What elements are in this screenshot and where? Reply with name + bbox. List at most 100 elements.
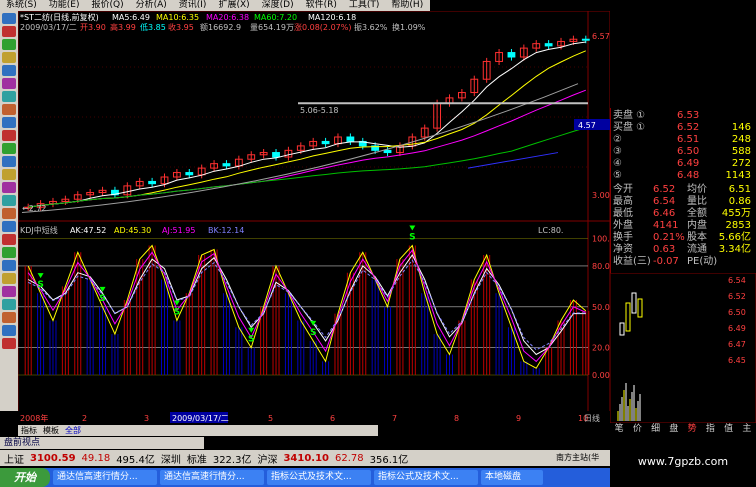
ma10-label: MA10:6.35 bbox=[156, 13, 199, 22]
toolbar-icon[interactable] bbox=[2, 104, 16, 115]
toolbar-icon[interactable] bbox=[2, 78, 16, 89]
signal-s: S bbox=[174, 307, 180, 317]
toolbar-icon[interactable] bbox=[2, 273, 16, 284]
quote-row: ③ 6.50 588 bbox=[611, 146, 756, 157]
quote-row: ② 6.51 248 bbox=[611, 134, 756, 145]
taskbar-item[interactable]: 通达信高速行情分... bbox=[53, 470, 157, 485]
hs-label: 沪深 bbox=[257, 454, 278, 466]
quote-price: 6.49 bbox=[677, 158, 700, 169]
toolbar-icon[interactable] bbox=[2, 91, 16, 102]
left-tab[interactable]: 指标 bbox=[18, 425, 40, 436]
toolbar-icon[interactable] bbox=[2, 286, 16, 297]
stat-row: 换手 0.21% 股本 5.66亿 bbox=[611, 232, 756, 243]
toolbar-icon[interactable] bbox=[2, 52, 16, 63]
toolbar-icon[interactable] bbox=[2, 130, 16, 141]
server-label: 南方主站(华 bbox=[556, 450, 610, 466]
price-tick: 3.00 bbox=[592, 191, 610, 200]
kdj-tick: 50.0 bbox=[592, 303, 610, 312]
menu-item[interactable]: 软件(R) bbox=[300, 0, 343, 11]
menu-item[interactable]: 资讯(I) bbox=[173, 0, 213, 11]
info-volume: 量654.19万 bbox=[250, 23, 294, 32]
start-button[interactable]: 开始 bbox=[0, 468, 50, 487]
chart-area[interactable]: S S S S S S *ST二纺(日线,前复权) MA5:6.49 MA10:6.35 MA20… bbox=[18, 11, 610, 425]
stat-label2: 股本 bbox=[687, 232, 707, 243]
left-tab[interactable]: 全部 bbox=[62, 425, 84, 436]
right-tab[interactable]: 细 bbox=[651, 423, 660, 436]
toolbar-icon[interactable] bbox=[2, 221, 16, 232]
stat-value: 6.54 bbox=[653, 196, 676, 207]
candle bbox=[544, 43, 553, 47]
toolbar-icon[interactable] bbox=[2, 117, 16, 128]
right-tab[interactable]: 盘 bbox=[669, 423, 678, 436]
right-tab[interactable]: 价 bbox=[633, 423, 642, 436]
toolbar-icon[interactable] bbox=[2, 312, 16, 323]
taskbar-item[interactable]: 指标公式及技术文... bbox=[267, 470, 371, 485]
toolbar-icon[interactable] bbox=[2, 13, 16, 24]
info-turn: 换1.09% bbox=[392, 22, 426, 32]
right-tab[interactable]: 值 bbox=[724, 423, 733, 436]
stat-label2: 全额 bbox=[687, 208, 707, 219]
date-tick: 2 bbox=[82, 414, 87, 423]
down-arrow-icon bbox=[310, 320, 317, 326]
toolbar-icon[interactable] bbox=[2, 299, 16, 310]
toolbar-icon[interactable] bbox=[2, 182, 16, 193]
menu-item[interactable]: 工具(T) bbox=[343, 0, 386, 11]
toolbar-icon[interactable] bbox=[2, 247, 16, 258]
menu-item[interactable]: 功能(E) bbox=[43, 0, 86, 11]
taskbar-item[interactable]: 本地磁盘 bbox=[481, 470, 543, 485]
stat-value2: 455万 bbox=[721, 208, 751, 219]
kdj-tick: 0.00 bbox=[592, 371, 610, 380]
right-tab[interactable]: 笔 bbox=[615, 423, 624, 436]
toolbar-icon[interactable] bbox=[2, 338, 16, 349]
current-price: 4.57 bbox=[578, 121, 596, 130]
right-tab[interactable]: 指 bbox=[706, 423, 715, 436]
menu-item[interactable]: 报价(Q) bbox=[85, 0, 129, 11]
toolbar-icon[interactable] bbox=[2, 169, 16, 180]
left-toolbar bbox=[0, 11, 18, 411]
candle bbox=[272, 152, 280, 158]
amount2: 322.3亿 bbox=[212, 454, 252, 466]
candle bbox=[346, 136, 355, 142]
toolbar-icon[interactable] bbox=[2, 39, 16, 50]
stat-value2: 2853 bbox=[725, 220, 751, 231]
toolbar-icon[interactable] bbox=[2, 208, 16, 219]
toolbar-icon[interactable] bbox=[2, 65, 16, 76]
mid-label[interactable]: 深圳 bbox=[161, 451, 181, 466]
toolbar-icon[interactable] bbox=[2, 143, 16, 154]
toolbar-icon[interactable] bbox=[2, 26, 16, 37]
date-end: 日线 bbox=[584, 413, 600, 423]
ma60-label: MA60:7.20 bbox=[254, 13, 297, 22]
menu-item[interactable]: 系统(S) bbox=[0, 0, 43, 11]
right-tab[interactable]: 势 bbox=[688, 423, 697, 436]
taskbar-item[interactable]: 通达信高速行情分... bbox=[160, 470, 264, 485]
sh-value: 3100.59 bbox=[30, 452, 76, 464]
toolbar-icon[interactable] bbox=[2, 234, 16, 245]
toolbar-icon[interactable] bbox=[2, 325, 16, 336]
info-high: 高3.99 bbox=[110, 22, 136, 32]
toolbar-icon[interactable] bbox=[2, 156, 16, 167]
menu-item[interactable]: 分析(A) bbox=[130, 0, 173, 11]
menu-item[interactable]: 深度(D) bbox=[256, 0, 300, 11]
toolbar-icon[interactable] bbox=[2, 260, 16, 271]
menu-item[interactable]: 帮助(H) bbox=[385, 0, 429, 11]
date-start: 2008年 bbox=[20, 413, 48, 423]
candle bbox=[581, 38, 590, 41]
quote-label[interactable]: 盘前视点 bbox=[0, 437, 204, 449]
right-tab[interactable]: 主 bbox=[742, 423, 751, 436]
low-label: ←2.72 bbox=[22, 204, 47, 213]
kdj-bk: BK:12.14 bbox=[208, 226, 244, 235]
taskbar-item[interactable]: 指标公式及技术文... bbox=[374, 470, 478, 485]
mid-label2[interactable]: 标准 bbox=[187, 451, 207, 466]
menu-item[interactable]: 扩展(X) bbox=[212, 0, 255, 11]
quote-label: ② bbox=[613, 134, 622, 145]
left-tab[interactable]: 模板 bbox=[40, 425, 62, 436]
date-axis-bg bbox=[18, 411, 610, 425]
mini-tick: 6.47 bbox=[728, 340, 746, 349]
toolbar-icon[interactable] bbox=[2, 195, 16, 206]
quote-price: 6.50 bbox=[677, 146, 700, 157]
quote-volume: 588 bbox=[731, 146, 751, 157]
kdj-tick: 80.0 bbox=[592, 262, 610, 271]
signal-s: S bbox=[99, 294, 105, 304]
stat-value: 0.63 bbox=[653, 244, 676, 255]
stat-value2: 3.34亿 bbox=[718, 244, 751, 255]
